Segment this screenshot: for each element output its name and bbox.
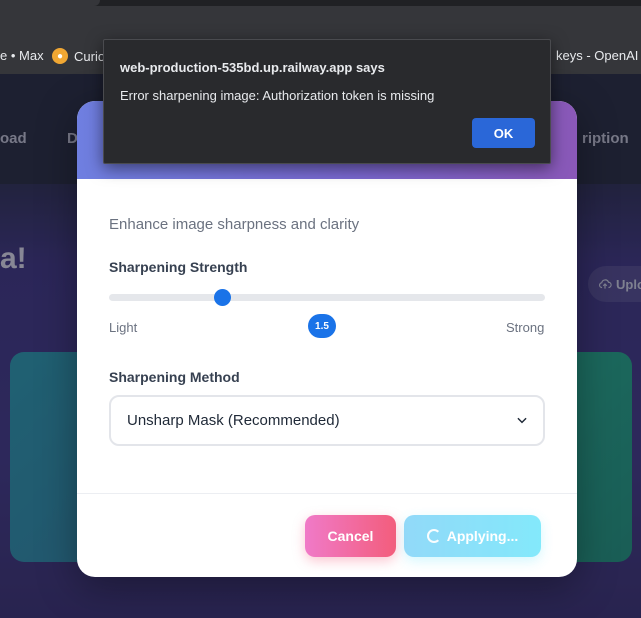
strength-label: Sharpening Strength [109,259,248,275]
bookmark-label: keys - OpenAI A [556,48,641,63]
method-select[interactable]: Unsharp Mask (Recommended) [109,395,545,446]
strength-value-badge: 1.5 [308,314,336,338]
browser-alert-dialog: web-production-535bd.up.railway.app says… [103,39,551,164]
bookmark-item[interactable]: ● Curio [52,48,105,64]
method-label: Sharpening Method [109,369,240,385]
method-selected-value: Unsharp Mask (Recommended) [127,412,340,429]
bookmark-item[interactable]: e • Max [0,48,44,63]
browser-toolbar [0,6,641,38]
bulb-icon: ● [52,48,68,64]
strength-slider-track[interactable] [109,294,545,301]
bookmark-item[interactable]: keys - OpenAI A [556,48,641,63]
bookmark-label: e • Max [0,48,44,63]
modal-subtitle: Enhance image sharpness and clarity [109,216,360,233]
apply-label: Applying... [446,528,519,544]
cancel-label: Cancel [327,528,374,544]
bookmark-label: Curio [74,48,106,64]
alert-ok-button[interactable]: OK [472,118,535,148]
footer-divider [77,493,577,494]
apply-button[interactable]: Applying... [404,515,541,557]
alert-message: Error sharpening image: Authorization to… [120,88,435,103]
strength-max-label: Strong [506,320,545,335]
sharpen-modal: Enhance image sharpness and clarity Shar… [77,101,577,577]
alert-title: web-production-535bd.up.railway.app says [120,60,385,75]
strength-min-label: Light [109,320,138,335]
loading-spinner-icon [426,529,441,543]
chevron-down-icon [517,417,527,424]
strength-slider-thumb[interactable] [213,289,231,306]
cancel-button[interactable]: Cancel [305,515,396,557]
